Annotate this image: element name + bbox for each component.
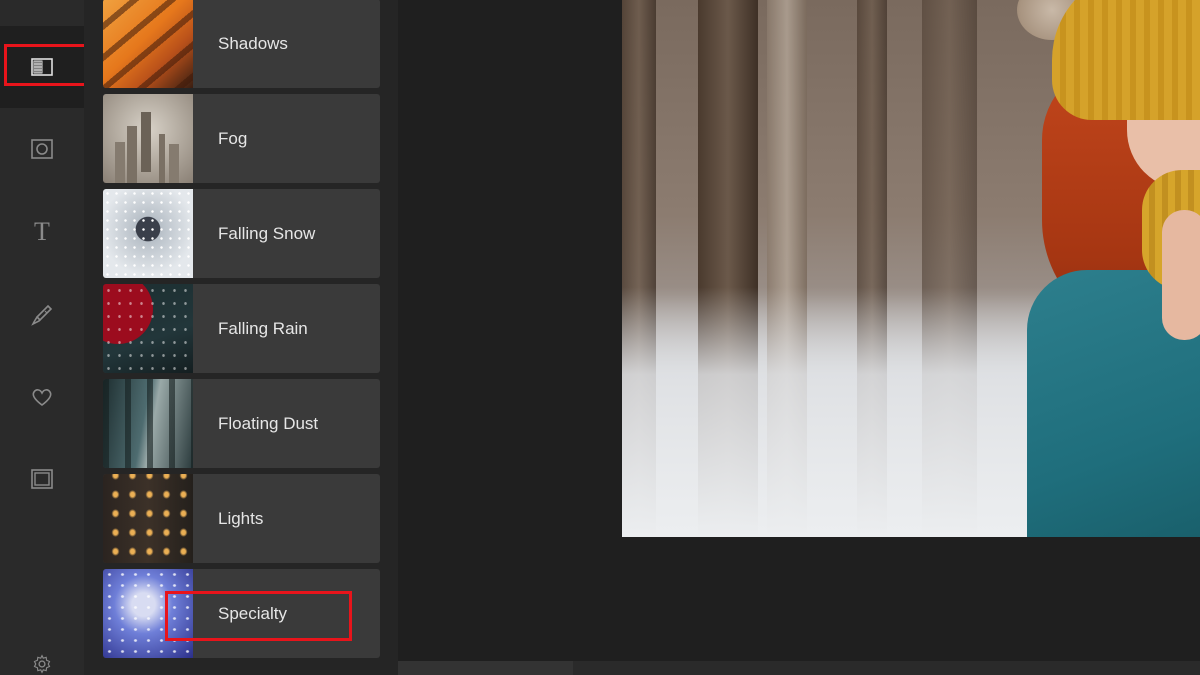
- effect-thumbnail: [103, 569, 193, 658]
- effect-label: Falling Snow: [218, 223, 316, 243]
- scrollbar-thumb[interactable]: [398, 661, 573, 675]
- brush-icon: [31, 304, 53, 326]
- effect-card-falling-snow[interactable]: Falling Snow: [103, 189, 380, 278]
- gear-icon: [33, 654, 51, 674]
- effect-card-shadows[interactable]: Shadows: [103, 0, 380, 88]
- canvas-area: [398, 0, 1200, 675]
- effect-card-floating-dust[interactable]: Floating Dust: [103, 379, 380, 468]
- frame-circle-icon: [31, 139, 53, 159]
- app-window: T Shadows Fog Falling Snow Falling Rain …: [0, 0, 1200, 675]
- preview-photo: [622, 0, 1200, 537]
- effects-tool-button[interactable]: [0, 26, 84, 108]
- frame-icon: [31, 469, 53, 489]
- effect-card-falling-rain[interactable]: Falling Rain: [103, 284, 380, 373]
- effect-thumbnail: [103, 284, 193, 373]
- tool-rail: T: [0, 0, 90, 675]
- horizontal-scrollbar[interactable]: [398, 661, 1200, 675]
- favorites-tool-button[interactable]: [0, 356, 84, 438]
- settings-button[interactable]: [0, 624, 84, 675]
- text-tool-button[interactable]: T: [0, 191, 84, 273]
- effect-label: Floating Dust: [218, 413, 319, 433]
- brush-tool-button[interactable]: [0, 274, 84, 356]
- effect-thumbnail: [103, 379, 193, 468]
- overlay-tool-button[interactable]: [0, 108, 84, 190]
- effects-panel: Shadows Fog Falling Snow Falling Rain Fl…: [84, 0, 398, 675]
- effect-label: Specialty: [218, 603, 287, 623]
- effect-thumbnail: [103, 189, 193, 278]
- effect-label: Lights: [218, 508, 264, 528]
- effect-card-fog[interactable]: Fog: [103, 94, 380, 183]
- heart-icon: [32, 389, 52, 407]
- effect-card-specialty[interactable]: Specialty: [103, 569, 380, 658]
- effect-thumbnail: [103, 94, 193, 183]
- effect-card-lights[interactable]: Lights: [103, 474, 380, 563]
- effect-thumbnail: [103, 474, 193, 563]
- effect-label: Fog: [218, 128, 248, 148]
- effect-thumbnail: [103, 0, 193, 88]
- frames-tool-button[interactable]: [0, 438, 84, 520]
- text-icon: T: [34, 217, 50, 246]
- effect-label: Falling Rain: [218, 318, 308, 338]
- effects-icon: [31, 58, 53, 76]
- effect-label: Shadows: [218, 33, 288, 53]
